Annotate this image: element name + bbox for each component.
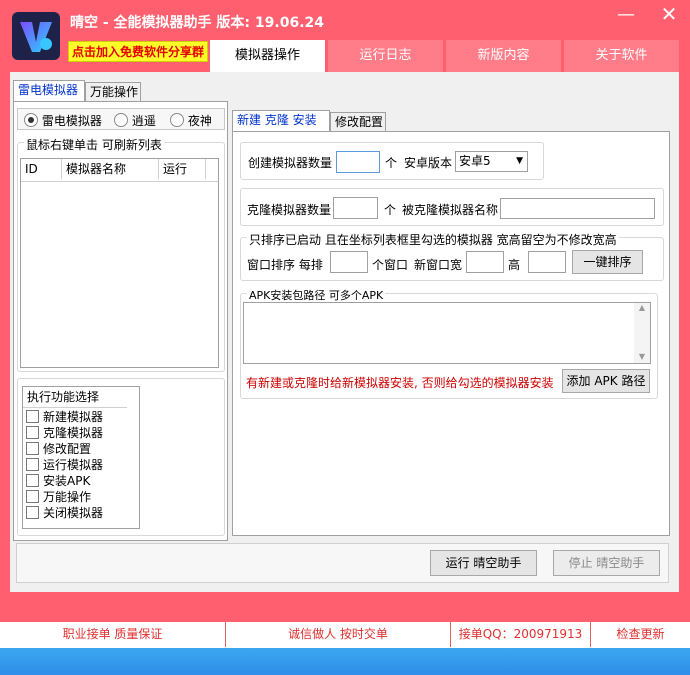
- create-unit: 个: [385, 156, 398, 170]
- app-logo-icon: [12, 12, 60, 60]
- arrange-window-label: 个窗口: [372, 258, 409, 272]
- clone-unit: 个: [384, 203, 397, 217]
- stop-button[interactable]: 停止 晴空助手: [553, 550, 660, 576]
- function-item[interactable]: 安装APK: [26, 473, 136, 489]
- tab-modify-config[interactable]: 修改配置: [330, 112, 386, 132]
- tab-leidian[interactable]: 雷电模拟器: [13, 80, 85, 102]
- function-item-label: 修改配置: [43, 442, 92, 456]
- tab-new-version[interactable]: 新版内容: [446, 40, 561, 72]
- per-row-input[interactable]: [330, 251, 368, 273]
- checkbox[interactable]: [26, 410, 39, 423]
- create-count-input[interactable]: [336, 151, 380, 173]
- clone-source-input[interactable]: [500, 198, 655, 219]
- run-button[interactable]: 运行 晴空助手: [430, 550, 537, 576]
- checkbox[interactable]: [26, 474, 39, 487]
- create-count-label: 创建模拟器数量: [248, 156, 333, 170]
- checkbox[interactable]: [26, 506, 39, 519]
- function-item[interactable]: 克隆模拟器: [26, 425, 136, 441]
- function-item[interactable]: 新建模拟器: [26, 409, 136, 425]
- function-item-label: 克隆模拟器: [43, 426, 104, 440]
- apk-path-label: APK安装包路径 可多个APK: [247, 287, 386, 303]
- column-running[interactable]: 运行: [159, 159, 206, 179]
- function-item[interactable]: 运行模拟器: [26, 457, 136, 473]
- tab-create-clone-install[interactable]: 新建 克隆 安装: [232, 110, 330, 132]
- tab-run-log[interactable]: 运行日志: [328, 40, 443, 72]
- add-apk-button[interactable]: 添加 APK 路径: [562, 369, 650, 393]
- radio-yeshen[interactable]: 夜神: [170, 112, 212, 129]
- radio-yeshen-dot: [170, 113, 184, 127]
- function-item-label: 新建模拟器: [43, 410, 104, 424]
- taskbar-strip: [0, 648, 690, 675]
- function-item-label: 运行模拟器: [43, 458, 104, 472]
- checkbox[interactable]: [26, 458, 39, 471]
- radio-leidian-dot: [24, 113, 38, 127]
- check-update-link[interactable]: 检查更新: [591, 622, 690, 647]
- scroll-up-icon[interactable]: ▲: [634, 303, 650, 312]
- function-items: 新建模拟器克隆模拟器修改配置运行模拟器安装APK 万能操作关闭模拟器: [26, 409, 136, 521]
- new-width-label: 新窗口宽: [414, 258, 463, 272]
- clone-source-label: 被克隆模拟器名称: [402, 203, 499, 217]
- tab-about[interactable]: 关于软件: [564, 40, 679, 72]
- android-version-value: 安卓5: [459, 154, 491, 168]
- clone-count-input[interactable]: [333, 197, 378, 219]
- checkbox[interactable]: [26, 426, 39, 439]
- minimize-button[interactable]: —: [615, 6, 637, 28]
- android-version-select[interactable]: 安卓5 ▼: [455, 151, 528, 172]
- radio-leidian-label: 雷电模拟器: [41, 114, 102, 128]
- promo-link[interactable]: 点击加入免费软件分享群: [68, 41, 209, 62]
- arrange-per-row-label: 窗口排序 每排: [247, 258, 323, 272]
- close-button[interactable]: ✕: [658, 4, 680, 27]
- function-item[interactable]: 修改配置: [26, 441, 136, 457]
- arrange-button[interactable]: 一键排序: [572, 250, 643, 274]
- checkbox[interactable]: [26, 442, 39, 455]
- app-title: 晴空 - 全能模拟器助手 版本: 19.06.24: [70, 15, 324, 31]
- function-item[interactable]: 关闭模拟器: [26, 505, 136, 521]
- scroll-down-icon[interactable]: ▼: [634, 352, 650, 361]
- tab-universal-ops[interactable]: 万能操作: [85, 82, 141, 102]
- apk-path-textarea[interactable]: ▲ ▼: [243, 302, 651, 364]
- function-title: 执行功能选择: [23, 387, 127, 408]
- footer-honesty: 诚信做人 按时交单: [226, 622, 451, 647]
- android-version-label: 安卓版本: [404, 156, 453, 170]
- radio-xiaoyao-label: 逍遥: [131, 114, 156, 128]
- list-hint: 鼠标右键单击 可刷新列表: [24, 136, 164, 153]
- footer-qq[interactable]: 接单QQ：200971913: [451, 622, 591, 647]
- emulator-table[interactable]: ID 模拟器名称 运行: [20, 158, 219, 368]
- table-header: ID 模拟器名称 运行: [21, 159, 218, 182]
- column-id[interactable]: ID: [21, 159, 62, 179]
- function-item[interactable]: 万能操作: [26, 489, 136, 505]
- checkbox[interactable]: [26, 490, 39, 503]
- radio-yeshen-label: 夜神: [187, 114, 212, 128]
- clone-count-label: 克隆模拟器数量: [247, 203, 332, 217]
- new-width-input[interactable]: [466, 251, 504, 273]
- new-height-input[interactable]: [528, 251, 566, 273]
- apk-note: 有新建或克隆时给新模拟器安装, 否则给勾选的模拟器安装: [246, 376, 554, 390]
- function-item-label: 关闭模拟器: [43, 506, 104, 520]
- chevron-down-icon: ▼: [516, 156, 523, 166]
- radio-leidian[interactable]: 雷电模拟器: [24, 112, 102, 129]
- radio-xiaoyao[interactable]: 逍遥: [114, 112, 156, 129]
- radio-xiaoyao-dot: [114, 113, 128, 127]
- new-height-label: 高: [508, 258, 521, 272]
- apk-scrollbar[interactable]: ▲ ▼: [634, 303, 650, 363]
- function-item-label: 万能操作: [43, 490, 92, 504]
- function-item-label: 安装APK: [43, 474, 91, 488]
- arrange-note: 只排序已启动 且在坐标列表框里勾选的模拟器 宽高留空为不修改宽高: [247, 231, 619, 248]
- column-name[interactable]: 模拟器名称: [62, 159, 159, 179]
- footer-quality: 职业接单 质量保证: [0, 622, 226, 647]
